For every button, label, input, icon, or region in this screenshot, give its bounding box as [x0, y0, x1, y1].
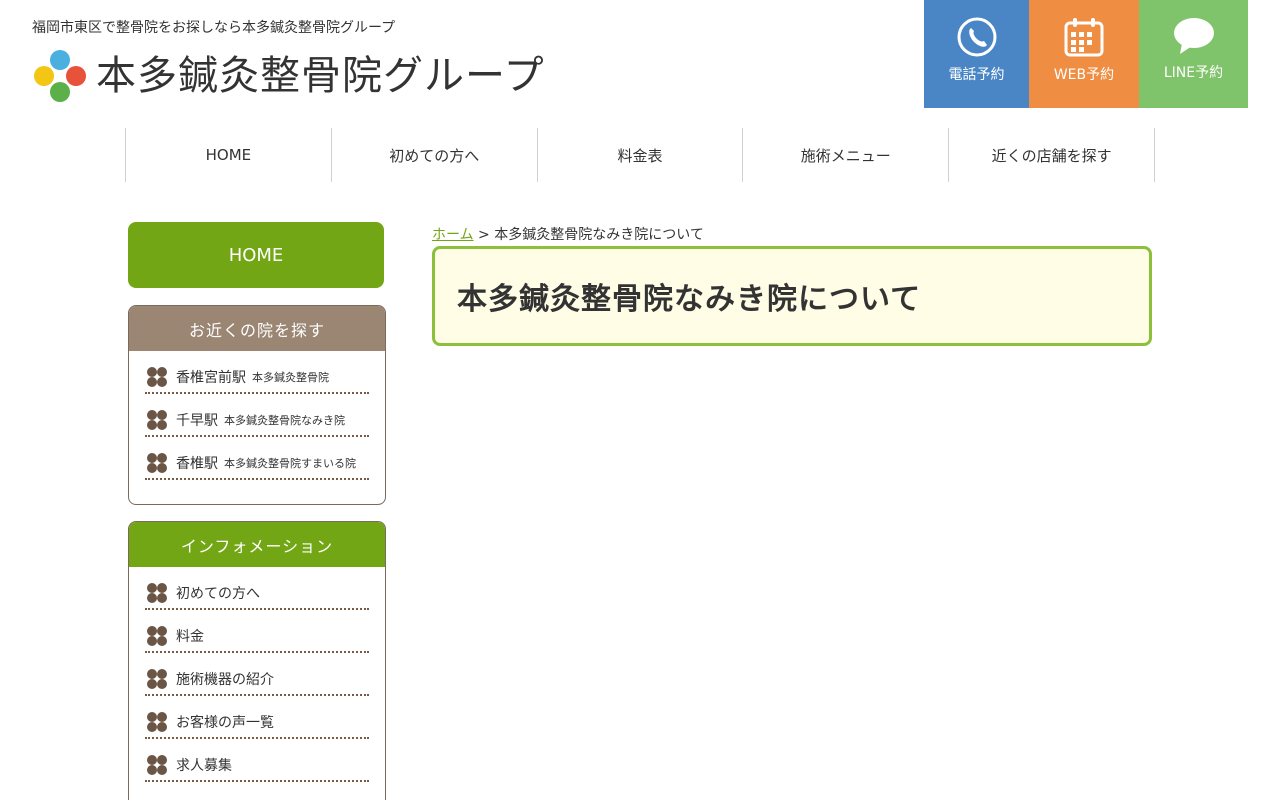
- line-reservation-button[interactable]: LINE予約: [1139, 0, 1248, 108]
- clover-icon: [147, 409, 167, 430]
- info-list-item[interactable]: 求人募集: [145, 739, 369, 782]
- nav-item-find-store[interactable]: 近くの店舗を探す: [949, 128, 1155, 182]
- web-reservation-button[interactable]: WEB予約: [1029, 0, 1139, 108]
- clinic-station: 香椎駅: [176, 455, 218, 472]
- clover-icon: [147, 668, 167, 689]
- clover-logo-icon: [34, 50, 86, 102]
- web-reservation-label: WEB予約: [1053, 67, 1115, 83]
- clinic-list-item[interactable]: 香椎宮前駅 本多鍼灸整骨院: [145, 351, 369, 394]
- nav-item-menu[interactable]: 施術メニュー: [743, 128, 950, 182]
- info-list-item[interactable]: 初めての方へ: [145, 567, 369, 610]
- clinic-list-item[interactable]: 千早駅 本多鍼灸整骨院なみき院: [145, 394, 369, 437]
- clinic-station: 千早駅: [176, 412, 218, 429]
- clover-icon: [147, 711, 167, 732]
- clover-icon: [147, 582, 167, 603]
- calendar-icon: [1064, 18, 1104, 57]
- breadcrumb: ホーム > 本多鍼灸整骨院なみき院について: [432, 224, 704, 244]
- site-tagline: 福岡市東区で整骨院をお探しなら本多鍼灸整骨院グループ: [32, 20, 396, 36]
- breadcrumb-separator: >: [473, 227, 495, 243]
- information-heading: インフォメーション: [129, 522, 385, 567]
- find-clinic-heading: お近くの院を探す: [129, 306, 385, 351]
- info-list-item[interactable]: 施術機器の紹介: [145, 653, 369, 696]
- phone-icon: [957, 17, 996, 57]
- line-reservation-label: LINE予約: [1163, 65, 1224, 81]
- info-item-label: 初めての方へ: [176, 585, 260, 602]
- clinic-name: 本多鍼灸整骨院なみき院: [224, 413, 345, 427]
- global-nav: HOME 初めての方へ 料金表 施術メニュー 近くの店舗を探す: [125, 128, 1155, 182]
- clinic-name: 本多鍼灸整骨院すまいる院: [224, 456, 356, 470]
- clover-icon: [147, 625, 167, 646]
- phone-reservation-button[interactable]: 電話予約: [924, 0, 1029, 108]
- breadcrumb-current: 本多鍼灸整骨院なみき院について: [494, 227, 704, 243]
- phone-reservation-label: 電話予約: [948, 67, 1005, 83]
- breadcrumb-home-link[interactable]: ホーム: [432, 227, 474, 243]
- info-list-item[interactable]: 料金: [145, 610, 369, 653]
- logo-text: 本多鍼灸整骨院グループ: [96, 53, 545, 99]
- find-clinic-box: お近くの院を探す 香椎宮前駅 本多鍼灸整骨院 千早駅 本多鍼灸整骨院なみき院 香…: [128, 305, 386, 505]
- information-box: インフォメーション 初めての方へ 料金 施術機器の紹介 お客様の声一覧 求人募集: [128, 521, 386, 800]
- clinic-name: 本多鍼灸整骨院: [252, 370, 329, 384]
- info-item-label: 料金: [176, 628, 204, 645]
- nav-item-price[interactable]: 料金表: [538, 128, 744, 182]
- nav-item-first-time[interactable]: 初めての方へ: [332, 128, 538, 182]
- page-title: 本多鍼灸整骨院なみき院について: [457, 282, 922, 317]
- info-item-label: 施術機器の紹介: [176, 671, 274, 688]
- info-item-label: 求人募集: [176, 757, 232, 774]
- chat-bubble-icon: [1173, 18, 1214, 54]
- info-list-item[interactable]: お客様の声一覧: [145, 696, 369, 739]
- site-logo[interactable]: 本多鍼灸整骨院グループ: [30, 46, 545, 106]
- clover-icon: [147, 754, 167, 775]
- clover-icon: [147, 366, 167, 387]
- nav-item-home[interactable]: HOME: [126, 128, 332, 182]
- info-item-label: お客様の声一覧: [176, 714, 274, 731]
- sidebar-home-button[interactable]: HOME: [128, 222, 384, 288]
- clover-icon: [147, 452, 167, 473]
- page-title-box: 本多鍼灸整骨院なみき院について: [432, 246, 1152, 346]
- clinic-station: 香椎宮前駅: [176, 369, 246, 386]
- clinic-list-item[interactable]: 香椎駅 本多鍼灸整骨院すまいる院: [145, 437, 369, 480]
